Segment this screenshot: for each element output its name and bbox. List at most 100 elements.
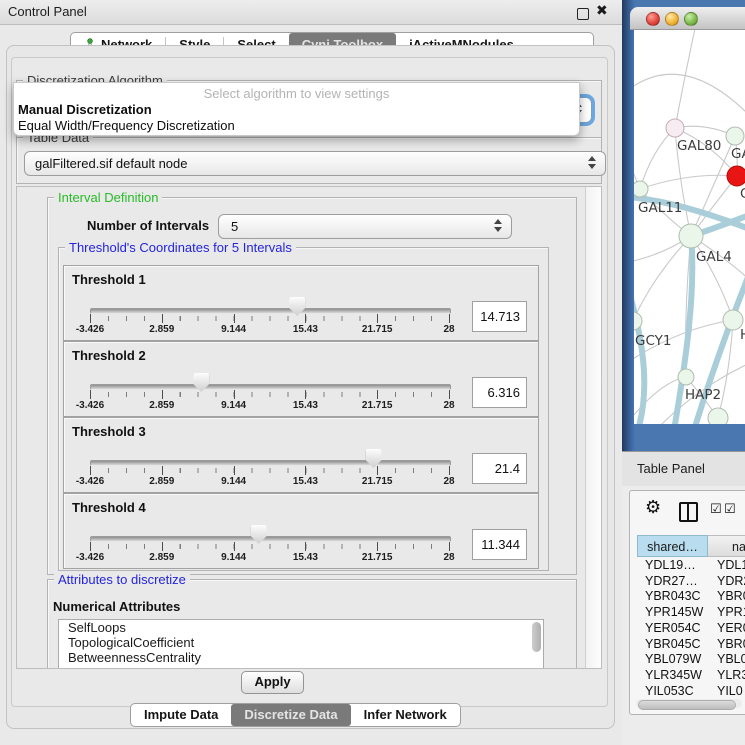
cell-name[interactable]: YPR1 (717, 605, 745, 619)
table-row[interactable]: YIL053C YIL0 (637, 684, 745, 700)
network-edge[interactable] (634, 74, 745, 118)
table-row[interactable]: YER054C YER0 (637, 621, 745, 637)
threshold-value-field[interactable]: 21.4 (472, 453, 527, 484)
cell-shared-name[interactable]: YLR345W (645, 668, 702, 682)
network-edge[interactable] (675, 30, 696, 128)
threshold-slider[interactable]: -3.4262.8599.14415.4321.71528 (90, 418, 449, 492)
dropdown-option-equal-width[interactable]: Equal Width/Frequency Discretization (18, 118, 235, 133)
network-node-ga[interactable] (726, 127, 744, 145)
network-edge[interactable] (634, 236, 691, 321)
numerical-attributes-list[interactable]: SelfLoopsTopologicalCoefficientBetweenne… (58, 619, 544, 669)
network-edge[interactable] (640, 175, 737, 189)
threshold-slider[interactable]: -3.4262.8599.14415.4321.71528 (90, 342, 449, 416)
tick-label: -3.426 (76, 476, 104, 487)
table-row[interactable]: YBR043C YBR0 (637, 589, 745, 605)
network-node-c[interactable] (727, 166, 745, 186)
cell-name[interactable]: YIL0 (717, 684, 743, 698)
close-icon[interactable]: ✖ (596, 2, 608, 19)
network-edge[interactable] (640, 128, 675, 189)
slider-track[interactable] (90, 460, 451, 466)
horizontal-scrollbar-thumb[interactable] (638, 700, 736, 710)
network-node[interactable] (708, 408, 728, 424)
tick-label: 2.859 (149, 400, 174, 411)
major-tick (449, 314, 450, 323)
table-row[interactable]: YLR345W YLR3 (637, 668, 745, 684)
cell-name[interactable]: YDR2 (717, 574, 745, 588)
tick-label: 28 (443, 552, 454, 563)
tab-discretize-data[interactable]: Discretize Data (231, 704, 350, 726)
cell-name[interactable]: YBR0 (717, 589, 745, 603)
minimize-traffic-light[interactable] (665, 12, 679, 26)
node-label: GAL4 (696, 249, 732, 265)
slider-minor-ticks (90, 544, 450, 549)
slider-track[interactable] (90, 308, 451, 314)
attribute-list-item[interactable]: TopologicalCoefficient (59, 635, 543, 650)
major-tick (234, 542, 235, 551)
cell-shared-name[interactable]: YBR045C (645, 637, 701, 651)
settings-scrollpane: Interval Definition Number of Intervals … (16, 186, 602, 669)
attribute-list-item[interactable]: SelfLoops (59, 620, 543, 635)
cell-name[interactable]: YBL0 (717, 652, 745, 666)
scrollbar-track[interactable] (585, 187, 601, 668)
network-node-gal11[interactable] (634, 181, 648, 197)
threshold-value-field[interactable]: 11.344 (472, 529, 527, 560)
gear-icon[interactable]: ⚙ (645, 497, 661, 518)
apply-button[interactable]: Apply (241, 671, 304, 694)
checkbox-icon[interactable]: ☑ (724, 501, 736, 517)
network-node-gal80[interactable] (666, 119, 684, 137)
float-window-icon[interactable] (577, 8, 589, 20)
zoom-traffic-light[interactable] (684, 12, 698, 26)
tick-label: 2.859 (149, 552, 174, 563)
tick-label: 21.715 (362, 324, 393, 335)
dropdown-option-manual[interactable]: Manual Discretization (18, 102, 152, 117)
slider-minor-ticks (90, 316, 450, 321)
number-of-intervals-label: Number of Intervals (87, 218, 209, 233)
tick-label: 9.144 (221, 324, 246, 335)
slider-track[interactable] (90, 384, 451, 390)
table-row[interactable]: YPR145W YPR1 (637, 605, 745, 621)
tab-impute-data[interactable]: Impute Data (131, 704, 231, 726)
network-window-titlebar[interactable] (630, 7, 745, 30)
network-canvas[interactable]: GAL80GACGAL11GAL4HGCY1HAP2 (634, 30, 745, 424)
number-of-intervals-combobox[interactable]: 5 (218, 214, 512, 239)
table-data-combobox[interactable]: galFiltered.sif default node (24, 151, 606, 176)
table-panel: ⚙ ☑ ☑ shared… na YDL19…YDL1YDR27…YDR2YBR… (629, 490, 745, 715)
node-label: C (740, 186, 745, 202)
table-row[interactable]: YDR27… YDR2 (637, 574, 745, 590)
threshold-value-field[interactable]: 6.316 (472, 377, 527, 408)
threshold-slider[interactable]: -3.4262.8599.14415.4321.71528 (90, 494, 449, 568)
list-scrollbar-thumb[interactable] (532, 622, 541, 652)
column-header-name[interactable]: na (708, 535, 745, 557)
column-header-shared-name[interactable]: shared… (637, 535, 708, 557)
checkbox-icon[interactable]: ☑ (710, 501, 722, 517)
attribute-list-item[interactable]: BetweennessCentrality (59, 650, 543, 665)
threshold-panel: Threshold 1 -3.4262.8599.14415.4321.7152… (63, 265, 539, 341)
network-node-gal4[interactable] (679, 224, 703, 248)
cell-shared-name[interactable]: YIL053C (645, 684, 694, 698)
cell-name[interactable]: YLR3 (717, 668, 745, 682)
columns-icon[interactable] (679, 502, 698, 522)
major-tick (449, 466, 450, 475)
horizontal-scrollbar-track[interactable] (636, 699, 742, 708)
cell-shared-name[interactable]: YDL19… (645, 558, 696, 572)
cell-shared-name[interactable]: YER054C (645, 621, 701, 635)
tab-infer-network[interactable]: Infer Network (351, 704, 460, 726)
threshold-slider[interactable]: -3.4262.8599.14415.4321.71528 (90, 266, 449, 340)
table-row[interactable]: YDL19… YDL1 (637, 558, 745, 574)
cell-name[interactable]: YER0 (717, 621, 745, 635)
cell-shared-name[interactable]: YBL079W (645, 652, 701, 666)
table-row[interactable]: YBL079W YBL0 (637, 652, 745, 668)
table-panel-title: Table Panel (637, 461, 705, 476)
threshold-value-field[interactable]: 14.713 (472, 301, 527, 332)
slider-track[interactable] (90, 536, 451, 542)
cell-name[interactable]: YBR0 (717, 637, 745, 651)
cell-shared-name[interactable]: YBR043C (645, 589, 701, 603)
cell-shared-name[interactable]: YDR27… (645, 574, 698, 588)
major-tick (305, 390, 306, 399)
table-row[interactable]: YBR045C YBR0 (637, 637, 745, 653)
close-traffic-light[interactable] (646, 12, 660, 26)
network-node-hap2[interactable] (678, 369, 694, 385)
cell-name[interactable]: YDL1 (717, 558, 745, 572)
dropdown-hint-item[interactable]: Select algorithm to view settings (14, 86, 579, 101)
cell-shared-name[interactable]: YPR145W (645, 605, 703, 619)
